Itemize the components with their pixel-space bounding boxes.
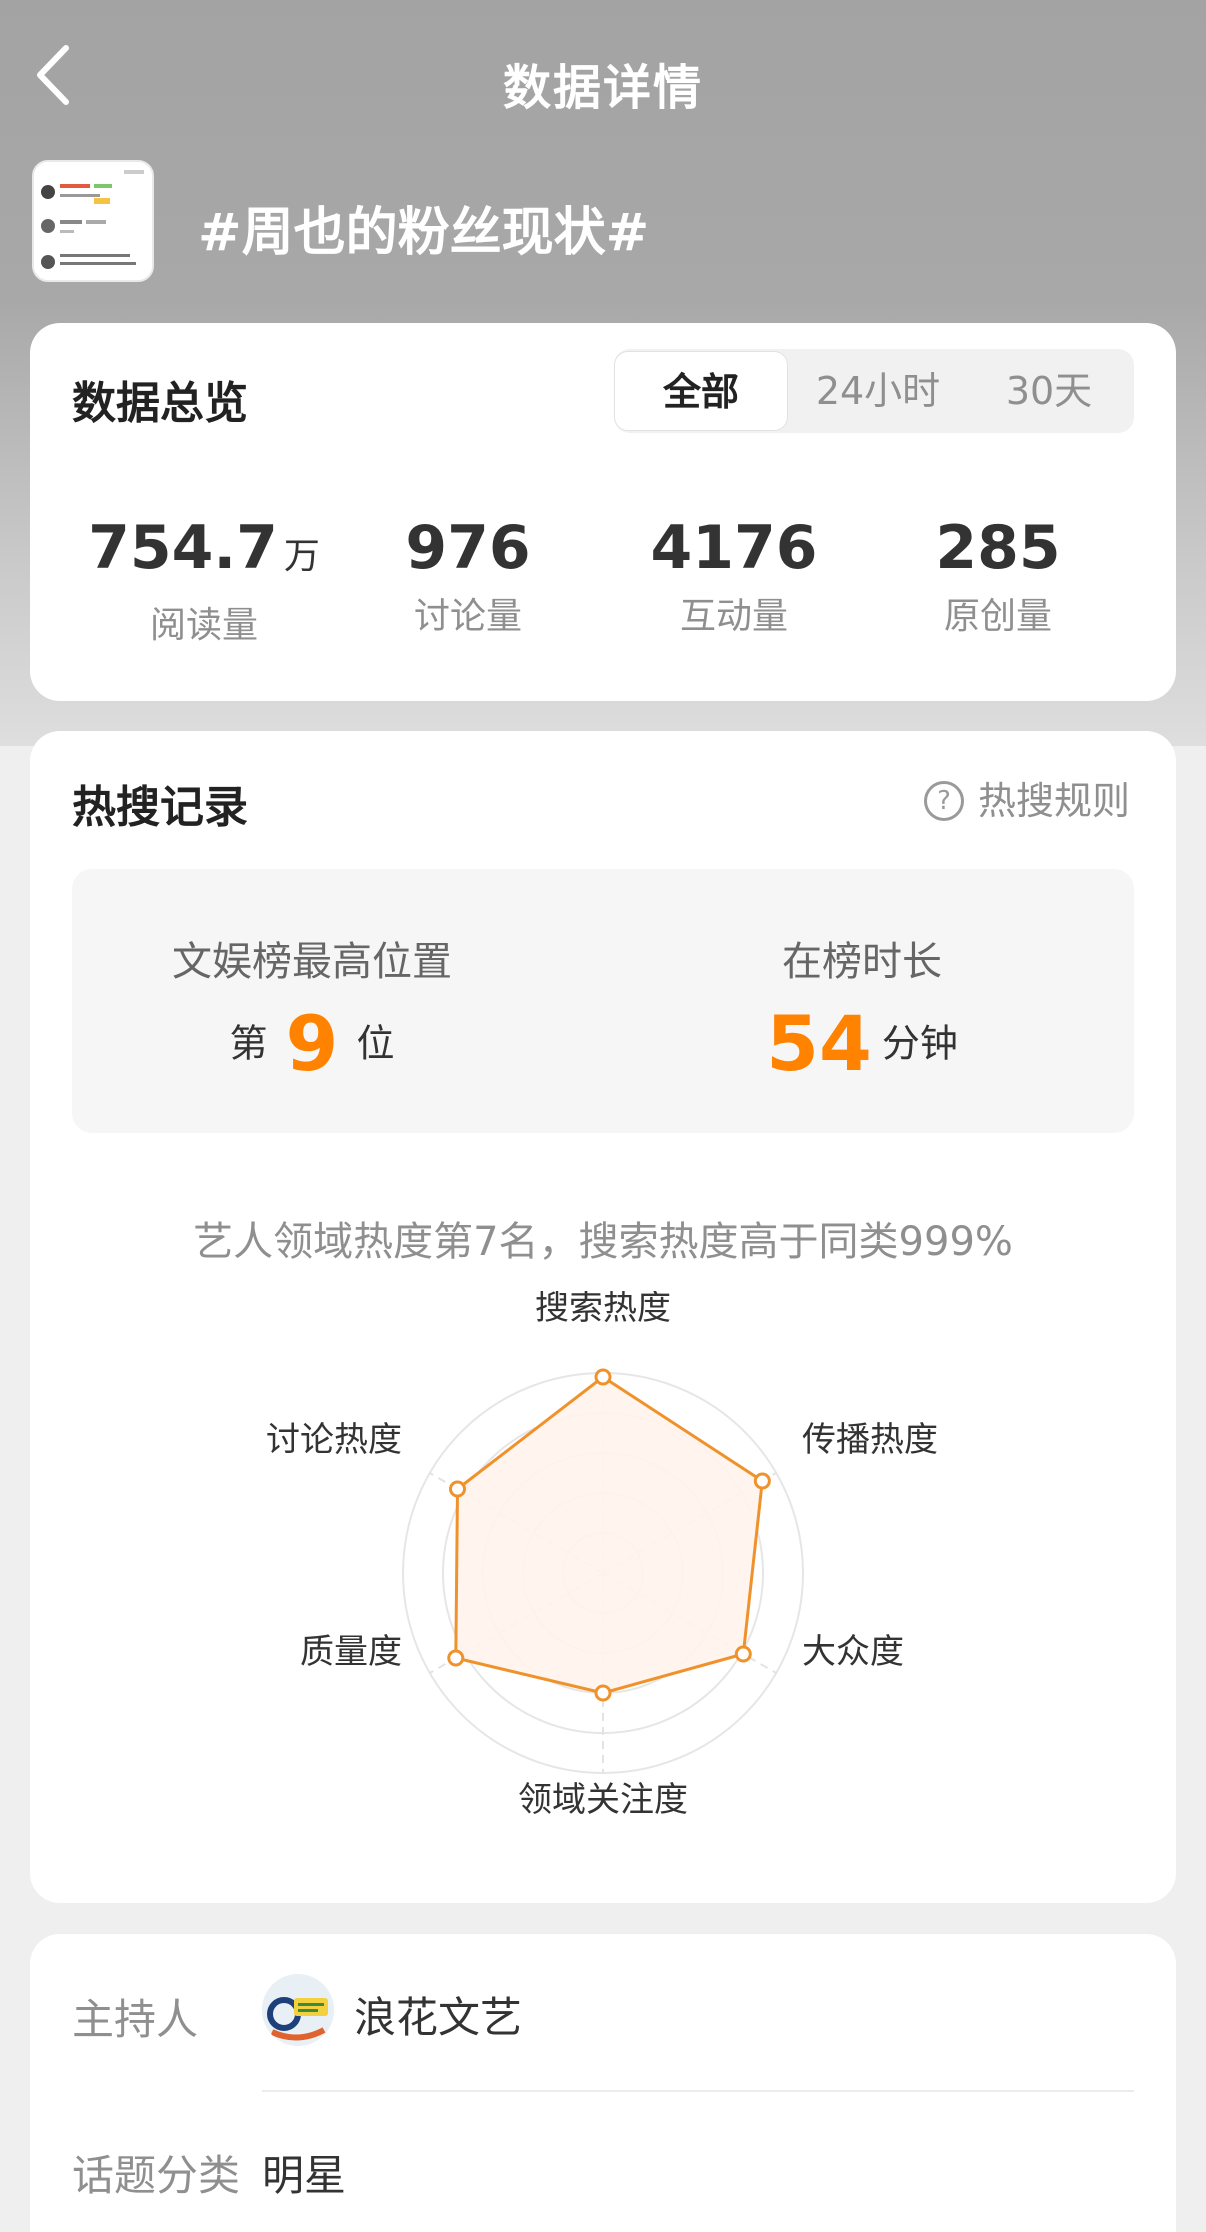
hot-search-title: 热搜记录 xyxy=(72,782,248,833)
radar-point xyxy=(753,1472,771,1490)
best-position: 文娱榜最高位置 第9位 xyxy=(152,929,472,1083)
radar-point xyxy=(449,1480,467,1498)
time-range-tabs: 全部 24小时 30天 xyxy=(614,349,1134,433)
radar-area xyxy=(454,1375,764,1695)
radar-axis-label: 大众度 xyxy=(802,1632,904,1672)
host-avatar[interactable] xyxy=(262,1974,334,2046)
chart-duration-suffix: 分钟 xyxy=(881,1021,958,1066)
hot-search-stats: 文娱榜最高位置 第9位 在榜时长 54 分钟 xyxy=(72,869,1134,1133)
stat-originals: 285 原创量 xyxy=(868,513,1128,639)
host-avatar-image xyxy=(262,1974,334,2046)
tab-24h[interactable]: 24小时 xyxy=(794,349,962,433)
stat-number: 285 xyxy=(935,513,1061,583)
radar-point xyxy=(594,1684,612,1702)
best-position-value: 第9位 xyxy=(152,1003,472,1083)
radar-point xyxy=(594,1368,612,1386)
help-icon: ? xyxy=(924,781,964,821)
stat-label: 互动量 xyxy=(679,596,788,637)
stat-number: 4176 xyxy=(650,513,818,583)
radar-axis-label: 传播热度 xyxy=(802,1420,938,1460)
hot-search-card: 热搜记录 ? 热搜规则 文娱榜最高位置 第9位 在榜时长 54 分钟 艺人领域热度… xyxy=(30,731,1176,1903)
host-name[interactable]: 浪花文艺 xyxy=(354,1984,522,2045)
stat-number: 754.7 xyxy=(88,513,278,583)
radar-point xyxy=(734,1645,752,1663)
page-title: 数据详情 xyxy=(502,60,703,116)
chart-duration: 在榜时长 54 分钟 xyxy=(742,929,982,1083)
category-label: 话题分类 xyxy=(72,2151,241,2200)
page: 数据详情 #周也的粉丝现状# 数据总览 全部 24小时 30天 754.7 万 … xyxy=(0,0,1206,2232)
hot-search-rules-link[interactable]: ? 热搜规则 xyxy=(924,775,1142,827)
radar-point xyxy=(447,1649,465,1667)
radar-axis-label: 质量度 xyxy=(300,1632,402,1672)
thumbnail-image xyxy=(34,162,152,280)
best-position-label: 文娱榜最高位置 xyxy=(172,939,452,985)
radar-axis-label: 领域关注度 xyxy=(518,1780,688,1820)
radar-axis-label: 搜索热度 xyxy=(535,1291,671,1328)
chart-duration-number: 54 xyxy=(766,998,872,1088)
stat-number: 976 xyxy=(405,513,531,583)
host-label: 主持人 xyxy=(72,1995,199,2044)
topic-title: #周也的粉丝现状# xyxy=(198,203,650,263)
stat-label: 原创量 xyxy=(943,596,1052,637)
overview-title: 数据总览 xyxy=(72,378,248,429)
stat-unit: 万 xyxy=(283,536,320,577)
tab-30d[interactable]: 30天 xyxy=(964,349,1134,433)
divider xyxy=(262,2090,1134,2092)
chart-duration-label: 在榜时长 xyxy=(782,939,942,985)
best-position-suffix: 位 xyxy=(356,1021,395,1066)
heat-radar-chart: 搜索热度传播热度大众度领域关注度 质量度 讨论热度 xyxy=(266,1291,938,1820)
stat-interactions: 4176 互动量 xyxy=(604,513,864,639)
topic-thumbnail xyxy=(32,160,154,282)
topic-info-card: 主持人 浪花文艺 话题分类 明星 xyxy=(30,1934,1176,2232)
overview-card: 数据总览 全部 24小时 30天 754.7 万 阅读量 976 讨论量 4176… xyxy=(30,323,1176,701)
tab-all[interactable]: 全部 xyxy=(614,351,788,431)
hot-search-summary: 艺人领域热度第7名，搜索热度高于同类999% xyxy=(193,1219,1013,1265)
best-position-prefix: 第 xyxy=(229,1021,268,1066)
best-position-number: 9 xyxy=(285,998,339,1088)
hot-search-rules-label: 热搜规则 xyxy=(978,779,1131,823)
stat-reads: 754.7 万 阅读量 xyxy=(74,513,334,648)
category-value: 明星 xyxy=(262,2151,347,2200)
radar-axis-label: 讨论热度 xyxy=(266,1420,402,1460)
nav-bar: 数据详情 xyxy=(0,30,1206,120)
stat-value: 754.7 万 xyxy=(74,513,334,592)
stat-label: 讨论量 xyxy=(413,596,522,637)
stat-label: 阅读量 xyxy=(149,605,258,646)
chart-duration-value: 54 分钟 xyxy=(742,1003,982,1083)
stat-discussions: 976 讨论量 xyxy=(338,513,598,639)
